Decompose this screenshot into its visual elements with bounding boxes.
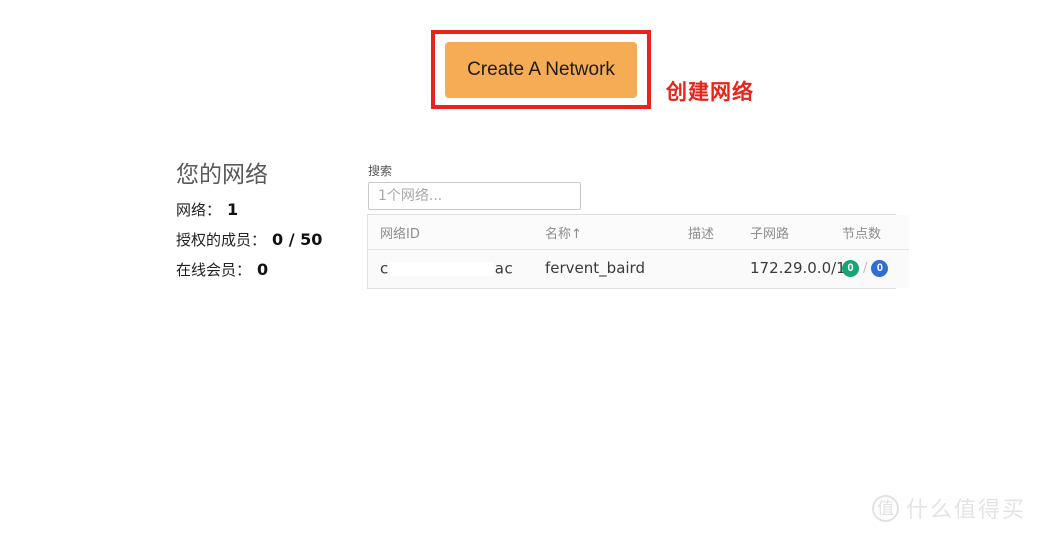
stat-label-networks: 网络： — [176, 201, 222, 219]
stat-row-networks: 网络： 1 — [176, 200, 346, 220]
search-label: 搜索 — [368, 164, 393, 178]
cell-network-description — [688, 249, 750, 288]
node-count-separator: / — [863, 261, 868, 277]
column-header-name[interactable]: 名称↑ — [545, 215, 688, 250]
stat-row-authorized-members: 授权的成员： 0 / 50 — [176, 230, 346, 250]
stat-value-online-members: 0 — [257, 260, 269, 279]
cell-network-subnet: 172.29.0.0/16 — [750, 249, 855, 288]
cell-network-id[interactable]: c ac — [368, 249, 545, 288]
networks-table-header-row: 网络ID 名称↑ 描述 子网路 节点数 — [368, 215, 909, 250]
networks-table: 网络ID 名称↑ 描述 子网路 节点数 c ac fervent_baird 17… — [368, 215, 909, 288]
column-header-description[interactable]: 描述 — [688, 215, 750, 250]
watermark-text: 什么值得买 — [906, 498, 1027, 523]
column-header-node-count[interactable]: 节点数 — [842, 215, 909, 250]
table-row[interactable]: c ac fervent_baird 172.29.0.0/16 0/0 — [368, 249, 909, 288]
search-block: 搜索 — [368, 163, 581, 210]
annotation-label: 创建网络 — [666, 80, 754, 104]
cell-node-count: 0/0 — [842, 249, 909, 288]
network-id-prefix: c — [380, 259, 389, 278]
stats-panel-title: 您的网络 — [176, 162, 268, 188]
cell-network-name[interactable]: fervent_baird — [545, 249, 688, 288]
network-id-suffix: ac — [494, 259, 514, 278]
stat-label-online-members: 在线会员： — [176, 261, 252, 279]
column-header-subnet[interactable]: 子网路 — [750, 215, 842, 250]
networks-table-body: c ac fervent_baird 172.29.0.0/16 0/0 — [368, 249, 909, 288]
stat-label-authorized-members: 授权的成员： — [176, 231, 267, 249]
search-input[interactable] — [368, 182, 581, 210]
stat-value-authorized-members: 0 / 50 — [272, 230, 323, 249]
stat-value-networks: 1 — [227, 200, 239, 219]
node-count-online-badge: 0 — [842, 260, 859, 278]
your-networks-stats-panel: 您的网络 网络： 1 授权的成员： 0 / 50 在线会员： 0 — [176, 160, 346, 280]
node-count-total-badge: 0 — [871, 260, 889, 278]
stat-row-online-members: 在线会员： 0 — [176, 260, 346, 280]
watermark-logo-icon: 值 — [872, 494, 899, 522]
networks-table-container: 网络ID 名称↑ 描述 子网路 节点数 c ac fervent_baird 17… — [367, 214, 909, 289]
networks-table-head: 网络ID 名称↑ 描述 子网路 节点数 — [368, 215, 909, 250]
column-header-network-id[interactable]: 网络ID — [368, 215, 545, 250]
network-id-redaction-bar — [389, 261, 494, 276]
create-network-button[interactable]: Create A Network — [445, 42, 637, 98]
site-watermark: 值 什么值得买 — [872, 492, 1026, 524]
